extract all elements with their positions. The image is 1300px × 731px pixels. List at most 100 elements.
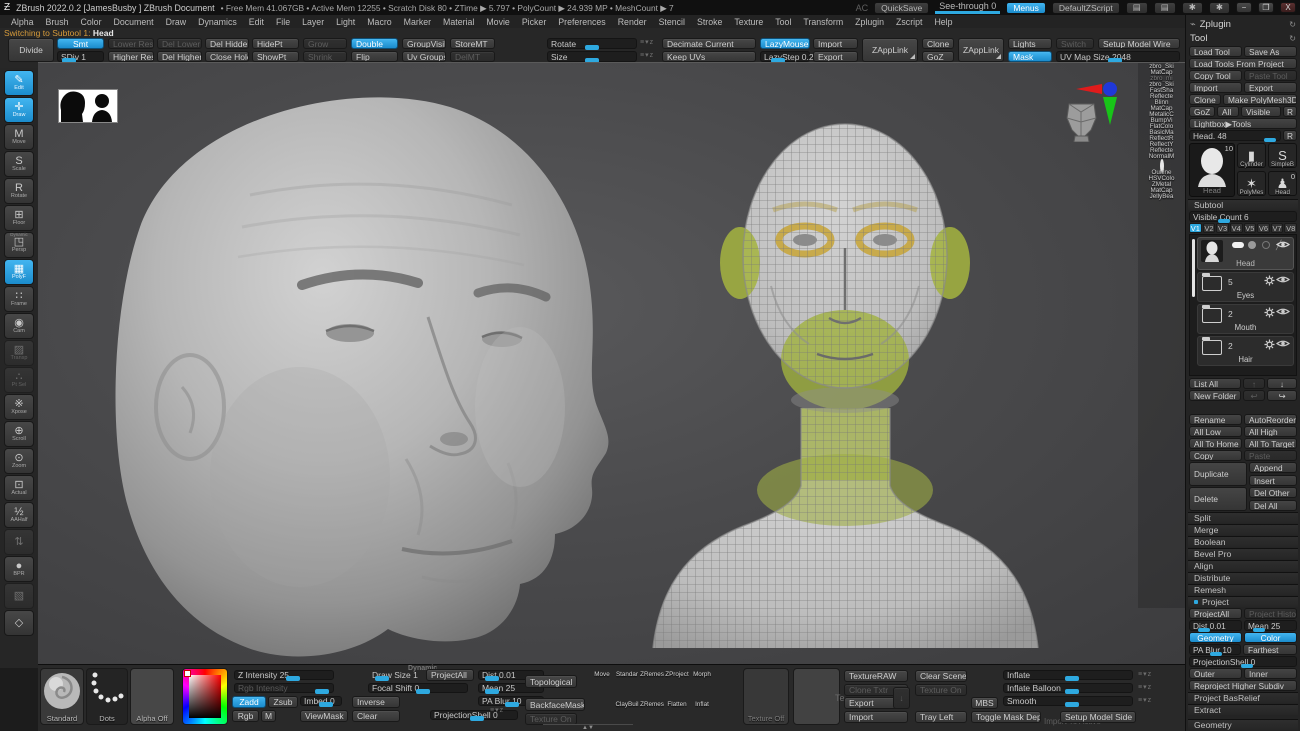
project-history-button[interactable]: Project History <box>1244 608 1297 619</box>
brush-shortcut2-icon[interactable]: ✱ <box>1209 2 1230 14</box>
menu-item[interactable]: Document <box>109 17 159 27</box>
append-button[interactable]: Append <box>1249 462 1297 473</box>
left-tray-toggle-icon[interactable]: ▤ <box>1126 2 1148 14</box>
eye-icon[interactable] <box>1276 307 1290 316</box>
tray-resize-handle[interactable]: ▲▼ <box>543 724 633 731</box>
sculpt-toggle-icon[interactable] <box>1232 242 1244 248</box>
load-tool-button[interactable]: Load Tool <box>1189 46 1242 57</box>
left-tool-button[interactable]: M Move <box>4 124 34 150</box>
left-tool-button[interactable]: ▦ PolyF <box>4 259 34 285</box>
menu-item[interactable]: Zscript <box>891 17 927 27</box>
setup-model-side-button[interactable]: Setup Model Side <box>1060 711 1136 723</box>
menu-item[interactable]: Transform <box>798 17 848 27</box>
toggle-mask-depth-button[interactable]: Toggle Mask Depth <box>971 711 1041 723</box>
subtool-action-button[interactable]: AutoReorder <box>1244 414 1297 425</box>
menu-item[interactable]: Light <box>331 17 360 27</box>
left-tool-button[interactable]: ½ AAHalf <box>4 502 34 528</box>
clear-button[interactable]: Clear <box>352 710 400 722</box>
projectall-button[interactable]: ProjectAll <box>426 669 474 681</box>
del-hidden-button[interactable]: Del Hidden <box>205 38 249 49</box>
brush-shortcut[interactable]: Standar <box>615 668 639 678</box>
current-alpha-thumbnail[interactable]: Alpha Off <box>130 668 174 725</box>
slider-options-icon[interactable]: ≡▾z <box>1138 696 1152 704</box>
switch-button[interactable]: Switch <box>1056 38 1094 49</box>
flip-button[interactable]: Flip <box>351 51 398 62</box>
left-tool-button[interactable]: ● BPR <box>4 556 34 582</box>
paste-tool-button[interactable]: Paste Tool <box>1244 70 1297 81</box>
current-tool-thumbnail[interactable]: 10 Head <box>1189 143 1235 197</box>
tool-thumbnail[interactable]: 0 ♟ Head <box>1268 171 1297 196</box>
subtool-tab[interactable]: V8 <box>1284 223 1297 233</box>
imbed-slider[interactable]: Imbed 0 <box>300 696 342 706</box>
zapplink-button-2[interactable]: ZAppLink <box>958 38 1004 62</box>
texture-off-thumbnail[interactable]: Texture Off <box>743 668 789 725</box>
zsub-toggle[interactable]: Zsub <box>268 696 298 708</box>
viewmask-button[interactable]: ViewMask <box>300 710 348 722</box>
color-picker[interactable] <box>182 668 228 725</box>
projectall-button[interactable]: ProjectAll <box>1189 608 1242 619</box>
menu-item[interactable]: Layer <box>297 17 329 27</box>
menu-item[interactable]: Preferences <box>553 17 610 27</box>
storemt-button[interactable]: StoreMT <box>450 38 495 49</box>
menu-item[interactable]: Dynamics <box>193 17 242 27</box>
mask-toggle-icon[interactable] <box>1262 241 1270 249</box>
project-section-header[interactable]: Project <box>1188 596 1298 607</box>
left-tool-button[interactable]: ∴ Pt Sel <box>4 367 34 393</box>
save-as-button[interactable]: Save As <box>1244 46 1297 57</box>
brush-shortcut[interactable]: Flatten <box>665 698 689 708</box>
menu-item[interactable]: Draw <box>161 17 192 27</box>
left-tool-button[interactable]: ⊙ Zoom <box>4 448 34 474</box>
brush-shortcut[interactable]: ZRemes <box>640 698 664 708</box>
insert-button[interactable]: Insert <box>1249 475 1297 486</box>
smt-toggle[interactable]: Smt <box>57 38 104 49</box>
slider-options-icon[interactable]: ≡▾z <box>490 706 504 714</box>
higher-res-button[interactable]: Higher Res <box>108 51 154 62</box>
menu-item[interactable]: Zplugin <box>850 17 889 27</box>
visible-count-slider[interactable]: Visible Count 6 <box>1189 211 1297 222</box>
geometry-section-header[interactable]: Geometry <box>1188 719 1298 730</box>
sdiv-slider[interactable]: SDiv 1 <box>57 51 104 62</box>
color-toggle[interactable]: Color <box>1244 632 1297 643</box>
see-through-slider[interactable]: See-through 0 <box>935 1 1000 14</box>
smooth-slider[interactable]: Smooth <box>1003 696 1133 706</box>
left-tool-button[interactable]: Dynamic ◳ Persp <box>4 232 34 258</box>
left-tool-button[interactable]: ※ Xpose <box>4 394 34 420</box>
mean-slider[interactable]: Mean 25 <box>1244 620 1297 631</box>
material-swatch[interactable]: Outline <box>1140 161 1184 176</box>
list-all-button[interactable]: List All <box>1189 378 1241 389</box>
r-button[interactable]: R <box>1283 130 1297 141</box>
collapsed-section-header[interactable]: Remesh <box>1188 584 1298 595</box>
subtool-action-button[interactable]: All To Home <box>1189 438 1242 449</box>
dist-slider[interactable]: Dist 0.01 <box>1189 620 1242 631</box>
del-all-button[interactable]: Del All <box>1249 500 1297 511</box>
collapsed-section-header[interactable]: Distribute <box>1188 572 1298 583</box>
lower-res-button[interactable]: Lower Res <box>108 38 154 49</box>
subtool-tab[interactable]: V1 <box>1189 223 1202 233</box>
menu-item[interactable]: Material <box>438 17 479 27</box>
default-zscript-button[interactable]: DefaultZScript <box>1052 2 1120 14</box>
visible-button[interactable]: Visible <box>1241 106 1281 117</box>
gear-icon[interactable] <box>1264 275 1275 286</box>
mbs-button[interactable]: MBS <box>971 697 998 709</box>
grow-button[interactable]: Grow <box>303 38 347 49</box>
farthest-button[interactable]: Farthest <box>1243 644 1297 655</box>
decimate-current-button[interactable]: Decimate Current <box>662 38 756 49</box>
menu-item[interactable]: Macro <box>362 17 396 27</box>
left-tool-button[interactable]: ▨ Transp <box>4 340 34 366</box>
recycle-icon[interactable]: ↻ <box>1289 20 1296 29</box>
subtool-folder-item[interactable]: 2 Hair <box>1197 336 1294 366</box>
clone-button[interactable]: Clone <box>1189 94 1221 105</box>
brush-shortcut-icon[interactable]: ✱ <box>1182 2 1203 14</box>
setup-model-wire-button[interactable]: Setup Model Wire <box>1098 38 1180 49</box>
tool-thumbnail[interactable]: ✶ PolyMes <box>1237 171 1266 196</box>
move-into-folder-button[interactable]: ↪ <box>1267 390 1297 401</box>
import-button[interactable]: Import <box>813 38 858 49</box>
menu-item[interactable]: Edit <box>244 17 269 27</box>
left-tool-button[interactable]: ▧ <box>4 583 34 609</box>
material-swatch[interactable]: JellyBea <box>1140 195 1184 200</box>
mask-toggle[interactable]: Mask <box>1008 51 1052 62</box>
subtool-action-button[interactable]: Paste <box>1244 450 1297 461</box>
collapsed-section-header[interactable]: Bevel Pro <box>1188 548 1298 559</box>
paint-toggle-icon[interactable] <box>1248 241 1256 249</box>
clear-scene-button[interactable]: Clear Scene <box>915 670 967 682</box>
